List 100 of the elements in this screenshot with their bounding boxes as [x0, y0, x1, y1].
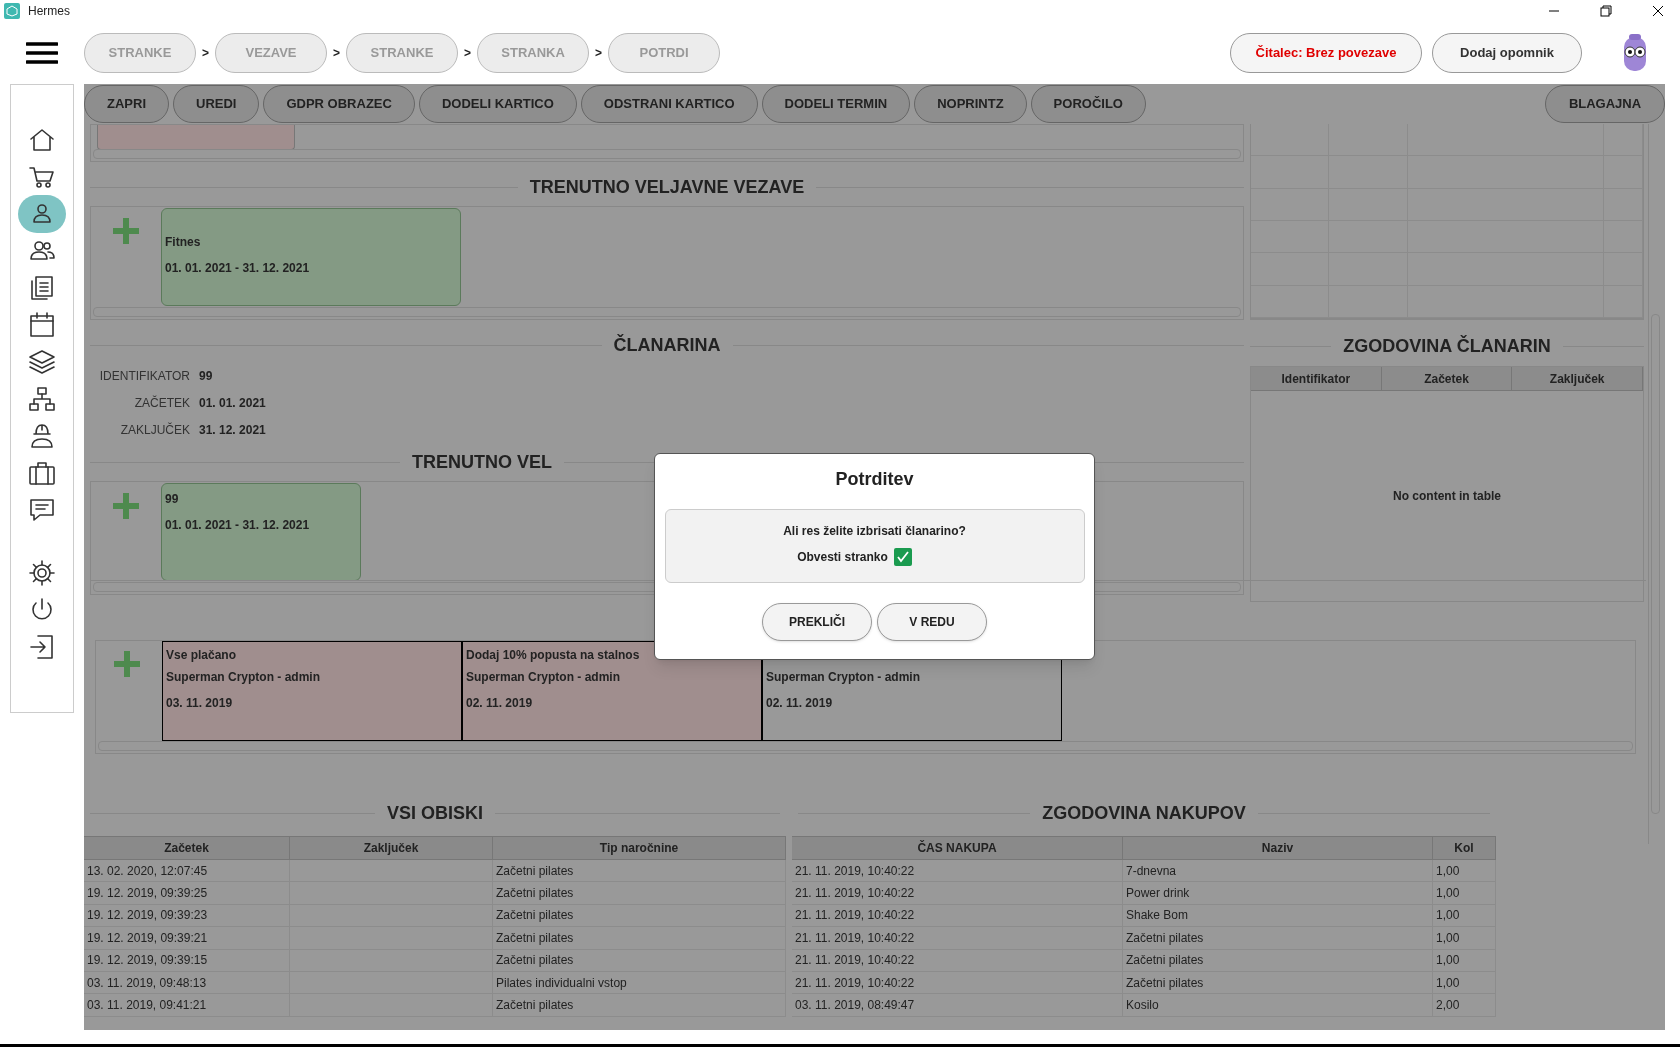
table-cell: 1,00: [1433, 949, 1496, 971]
table-cell: 21. 11. 2019, 10:40:22: [792, 904, 1123, 927]
column-header[interactable]: Začetek: [84, 837, 290, 859]
table-cell: 21. 11. 2019, 10:40:22: [792, 971, 1123, 994]
field-label: ZAKLJUČEK: [119, 421, 190, 439]
table-cell: 03. 11. 2019, 08:49:47: [792, 994, 1123, 1016]
add-reminder-button[interactable]: Dodaj opomnik: [1432, 33, 1582, 73]
calendar-icon: [28, 311, 56, 339]
column-header[interactable]: Zaključek: [290, 837, 493, 859]
note-date: 03. 11. 2019: [166, 695, 234, 712]
toolbar-button[interactable]: ZAPRI: [84, 85, 169, 123]
scrollbar[interactable]: [1648, 124, 1662, 844]
table-cell: 21. 11. 2019, 10:40:22: [792, 949, 1123, 971]
toolbar-button[interactable]: NOPRINTZ: [914, 85, 1027, 123]
logout-icon: [28, 633, 56, 661]
table-cell: Začetni pilates: [1123, 927, 1433, 949]
card-title: Fitnes: [165, 234, 202, 251]
field-value: 31. 12. 2021: [199, 421, 266, 439]
table-cell: 1,00: [1433, 860, 1496, 882]
column-header[interactable]: Zaključek: [1512, 367, 1643, 390]
column-header[interactable]: Naziv: [1123, 837, 1433, 859]
cancel-button[interactable]: PREKLIČI: [762, 603, 872, 641]
note-author: Superman Crypton - admin: [466, 669, 621, 686]
toolbar-button[interactable]: POROČILO: [1030, 85, 1146, 123]
field-label: IDENTIFIKATOR: [98, 367, 190, 385]
table-cell: Začetni pilates: [1123, 949, 1433, 971]
section-title: TRENUTNO VEL: [412, 450, 552, 474]
card-period: 01. 01. 2021 - 31. 12. 2021: [165, 260, 311, 277]
breadcrumb-separator: >: [333, 45, 341, 62]
scrollbar[interactable]: [98, 741, 1633, 751]
table-cell: 19. 12. 2019, 09:39:21: [84, 927, 290, 949]
column-header[interactable]: ČAS NAKUPA: [792, 837, 1123, 859]
app-icon: [4, 3, 20, 19]
toolbar-button[interactable]: GDPR OBRAZEC: [263, 85, 415, 123]
column-header[interactable]: Kol: [1433, 837, 1496, 859]
section-title: ZGODOVINA ČLANARIN: [1343, 334, 1551, 358]
section-title: ZGODOVINA NAKUPOV: [1042, 801, 1246, 825]
scrollbar[interactable]: [93, 307, 1241, 317]
dialog-title: Potrditev: [835, 468, 914, 491]
note-author: Superman Crypton - admin: [166, 669, 321, 686]
column-header[interactable]: Tip naročnine: [493, 837, 786, 859]
table-cell: 19. 12. 2019, 09:39:23: [84, 904, 290, 927]
table-cell: Začetni pilates: [493, 927, 786, 949]
table-cell: Začetni pilates: [493, 949, 786, 971]
table-cell: 1,00: [1433, 882, 1496, 904]
table-cell: Power drink: [1123, 882, 1433, 904]
membership-card[interactable]: 99 01. 01. 2021 - 31. 12. 2021: [161, 483, 361, 581]
table-cell: 1,00: [1433, 971, 1496, 994]
documents-icon: [28, 274, 56, 302]
note-text: Dodaj 10% popusta na stalnos: [466, 647, 641, 660]
note-card[interactable]: Dodaj 10% popusta na stalnos Superman Crypton - admin 02. 11. 2019: [462, 641, 762, 741]
note-card[interactable]: Vse plačano Superman Crypton - admin 03. 11. 2019: [162, 641, 462, 741]
worker-icon: [28, 422, 56, 450]
home-icon: [28, 126, 56, 154]
layers-icon: [28, 348, 56, 376]
table-cell: Začetni pilates: [493, 994, 786, 1016]
breadcrumb-separator: >: [464, 45, 472, 62]
reader-status-button[interactable]: Čitalec: Brez povezave: [1230, 33, 1422, 73]
membership-card[interactable]: Fitnes 01. 01. 2021 - 31. 12. 2021: [161, 208, 461, 306]
table-cell: 21. 11. 2019, 10:40:22: [792, 927, 1123, 949]
column-header[interactable]: Identifikator: [1251, 367, 1382, 390]
network-icon: [28, 385, 56, 413]
briefcase-icon: [28, 459, 56, 487]
breadcrumb-separator: >: [595, 45, 603, 62]
field-value: 01. 01. 2021: [199, 394, 266, 412]
note-text: Vse plačano: [166, 647, 238, 660]
cash-register-button[interactable]: BLAGAJNA: [1545, 85, 1665, 123]
table-cell: 21. 11. 2019, 10:40:22: [792, 882, 1123, 904]
section-title: VSI OBISKI: [387, 801, 483, 825]
table-cell: 13. 02. 2020, 12:07:45: [84, 860, 290, 882]
table-cell: 03. 11. 2019, 09:48:13: [84, 971, 290, 994]
card-period: 01. 01. 2021 - 31. 12. 2021: [165, 517, 311, 534]
note-author: Superman Crypton - admin: [766, 669, 921, 686]
section-title: ČLANARINA: [613, 333, 721, 357]
menu-icon[interactable]: [26, 42, 58, 64]
close-icon[interactable]: [1652, 5, 1664, 17]
sidebar-person-button[interactable]: [18, 195, 66, 233]
chat-icon: [28, 496, 56, 524]
column-header[interactable]: Začetek: [1381, 367, 1513, 390]
empty-table-message: No content in table: [1393, 488, 1501, 505]
toolbar-button[interactable]: DODELI TERMIN: [761, 85, 911, 123]
table-cell: Začetni pilates: [493, 904, 786, 927]
table-cell: 1,00: [1433, 927, 1496, 949]
field-label: ZAČETEK: [133, 394, 190, 412]
toolbar-button[interactable]: UREDI: [173, 85, 260, 123]
note-date: 02. 11. 2019: [466, 695, 534, 712]
restore-icon[interactable]: [1600, 5, 1612, 17]
table-cell: Začetni pilates: [493, 882, 786, 904]
table-cell: 7-dnevna: [1123, 860, 1433, 882]
table-cell: Začetni pilates: [493, 860, 786, 882]
table-cell: Začetni pilates: [1123, 971, 1433, 994]
toolbar-button[interactable]: ODSTRANI KARTICO: [580, 85, 758, 123]
ok-button[interactable]: V REDU: [877, 603, 987, 641]
table-cell: 2,00: [1433, 994, 1496, 1016]
toolbar-button[interactable]: DODELI KARTICO: [418, 85, 577, 123]
table-cell: Shake Bom: [1123, 904, 1433, 927]
notify-checkbox[interactable]: [893, 548, 912, 566]
table-cell: 19. 12. 2019, 09:39:15: [84, 949, 290, 971]
scrollbar[interactable]: [93, 149, 1241, 159]
table-cell: Pilates individualni vstop: [493, 971, 786, 994]
